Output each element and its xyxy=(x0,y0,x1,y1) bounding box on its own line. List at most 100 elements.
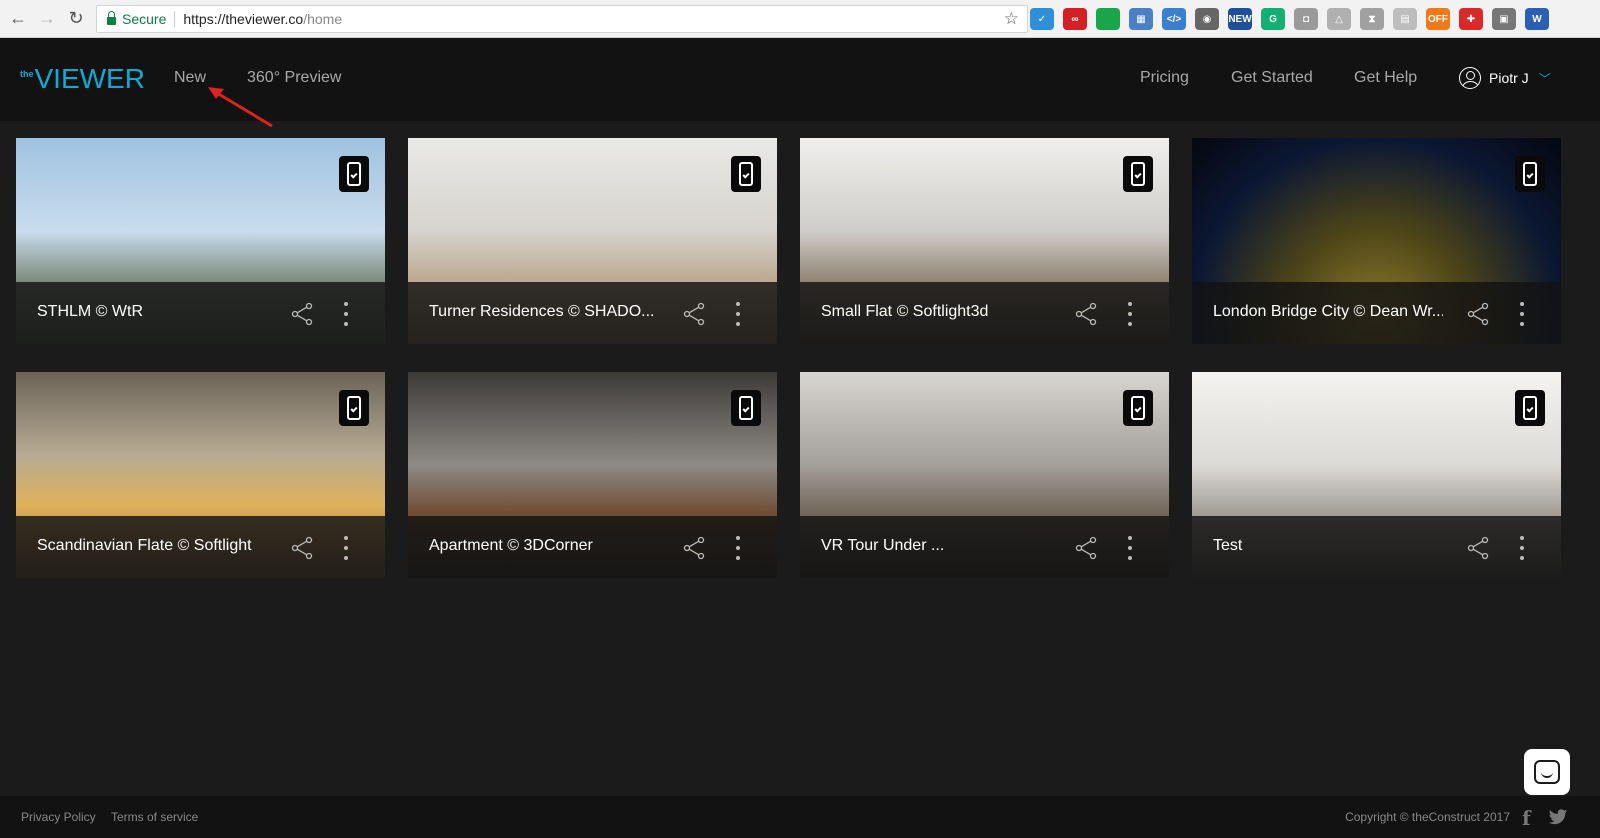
nav-new[interactable]: New xyxy=(174,69,206,87)
secure-label: Secure xyxy=(122,11,167,27)
nav-get-help[interactable]: Get Help xyxy=(1354,69,1417,87)
browser-toolbar: ← → ↻ Secure https://theviewer.co/home ☆… xyxy=(0,0,1600,38)
chevron-down-icon: ﹀ xyxy=(1538,71,1551,86)
card-caption: Apartment © 3DCorner xyxy=(408,516,777,578)
more-options-icon[interactable] xyxy=(1516,534,1528,562)
forward-arrow-icon[interactable]: → xyxy=(36,8,58,30)
card-caption: Small Flat © Softlight3d xyxy=(800,282,1169,344)
share-icon[interactable] xyxy=(1074,302,1098,326)
url-host: https://theviewer.co xyxy=(183,11,304,27)
more-options-icon[interactable] xyxy=(340,300,352,328)
share-icon[interactable] xyxy=(290,302,314,326)
tour-card[interactable]: Small Flat © Softlight3d xyxy=(800,138,1169,344)
tour-card[interactable]: Apartment © 3DCorner xyxy=(408,372,777,578)
tour-card[interactable]: Test xyxy=(1192,372,1561,578)
share-icon[interactable] xyxy=(290,536,314,560)
card-caption: Turner Residences © SHADO... xyxy=(408,282,777,344)
mobile-ready-badge xyxy=(339,390,369,426)
green-dot-ext-icon[interactable] xyxy=(1096,8,1120,30)
lock-icon xyxy=(107,11,116,25)
tour-card[interactable]: VR Tour Under ... xyxy=(800,372,1169,578)
theviewer-logo[interactable]: the VIEWER xyxy=(20,63,145,95)
mobile-ready-badge xyxy=(731,390,761,426)
grammarly-ext-icon[interactable]: G xyxy=(1261,8,1285,30)
new-ext-icon[interactable]: NEW xyxy=(1228,8,1252,30)
puzzle-ext-icon[interactable]: ✚ xyxy=(1459,8,1483,30)
grid-ext-icon[interactable]: ▦ xyxy=(1129,8,1153,30)
mobile-ready-badge xyxy=(339,156,369,192)
annotation-arrow xyxy=(208,87,273,128)
footer: Privacy Policy Terms of service Copyrigh… xyxy=(0,796,1600,838)
mobile-check-icon xyxy=(1523,162,1537,186)
user-menu[interactable]: Piotr J ﹀ xyxy=(1459,67,1551,89)
more-options-icon[interactable] xyxy=(1516,300,1528,328)
address-bar[interactable]: Secure https://theviewer.co/home ☆ xyxy=(96,5,1028,33)
card-caption: STHLM © WtR xyxy=(16,282,385,344)
bookmark-star-icon[interactable]: ☆ xyxy=(1004,9,1019,29)
logo-prefix: the xyxy=(20,69,34,79)
more-options-icon[interactable] xyxy=(732,300,744,328)
user-name: Piotr J xyxy=(1489,70,1529,86)
logo-wordmark: VIEWER xyxy=(34,63,145,94)
word-ext-icon[interactable]: W xyxy=(1525,8,1549,30)
chat-bubble-icon xyxy=(1534,760,1560,784)
url-path: /home xyxy=(303,11,343,27)
tour-card[interactable]: London Bridge City © Dean Wr... xyxy=(1192,138,1561,344)
window-ext-icon[interactable]: ▣ xyxy=(1492,8,1516,30)
share-icon[interactable] xyxy=(682,302,706,326)
share-icon[interactable] xyxy=(1466,302,1490,326)
card-caption: London Bridge City © Dean Wr... xyxy=(1192,282,1561,344)
user-avatar-icon xyxy=(1459,67,1481,89)
camera-ext-icon[interactable]: ◘ xyxy=(1294,8,1318,30)
nav-get-started[interactable]: Get Started xyxy=(1231,69,1313,87)
copyright-text: Copyright © theConstruct 2017 xyxy=(1345,810,1510,824)
back-arrow-icon[interactable]: ← xyxy=(7,8,29,30)
terms-of-service-link[interactable]: Terms of service xyxy=(111,810,198,824)
more-options-icon[interactable] xyxy=(1124,300,1136,328)
mobile-ready-badge xyxy=(731,156,761,192)
share-icon[interactable] xyxy=(682,536,706,560)
mobile-check-icon xyxy=(739,162,753,186)
shield-ext-icon[interactable]: ✓ xyxy=(1030,8,1054,30)
card-title: Turner Residences © SHADO... xyxy=(429,303,655,320)
card-caption: VR Tour Under ... xyxy=(800,516,1169,578)
mobile-check-icon xyxy=(1131,396,1145,420)
mobile-ready-badge xyxy=(1123,390,1153,426)
extension-icons: ✓ ∞ ▦ </> ◉ NEW G ◘ △ ⧗ ▤ OFF ✚ ▣ W xyxy=(1030,8,1549,30)
page-ext-icon[interactable]: ▤ xyxy=(1393,8,1417,30)
more-options-icon[interactable] xyxy=(732,534,744,562)
privacy-policy-link[interactable]: Privacy Policy xyxy=(21,810,96,824)
share-icon[interactable] xyxy=(1074,536,1098,560)
twitter-icon[interactable] xyxy=(1548,807,1568,827)
tour-grid: STHLM © WtR Turner Residences © SHADO... S… xyxy=(16,138,1584,584)
more-options-icon[interactable] xyxy=(340,534,352,562)
dev-ext-icon[interactable]: </> xyxy=(1162,8,1186,30)
bulb-ext-icon[interactable]: ◉ xyxy=(1195,8,1219,30)
card-title: Scandinavian Flate © Softlight xyxy=(37,537,252,554)
drive-ext-icon[interactable]: △ xyxy=(1327,8,1351,30)
facebook-icon[interactable]: f xyxy=(1522,806,1531,830)
card-title: Apartment © 3DCorner xyxy=(429,537,593,554)
card-title: STHLM © WtR xyxy=(37,303,144,320)
mobile-ready-badge xyxy=(1515,390,1545,426)
hourglass-ext-icon[interactable]: ⧗ xyxy=(1360,8,1384,30)
card-title: VR Tour Under ... xyxy=(821,537,945,554)
tour-card[interactable]: Scandinavian Flate © Softlight xyxy=(16,372,385,578)
mobile-ready-badge xyxy=(1123,156,1153,192)
nav-pricing[interactable]: Pricing xyxy=(1140,69,1189,87)
mobile-check-icon xyxy=(1131,162,1145,186)
card-title: Small Flat © Softlight3d xyxy=(821,303,989,320)
share-icon[interactable] xyxy=(1466,536,1490,560)
mobile-ready-badge xyxy=(1515,156,1545,192)
mobile-check-icon xyxy=(347,162,361,186)
chat-launcher-button[interactable] xyxy=(1524,749,1570,795)
omnibox-divider xyxy=(174,11,176,27)
off-ext-icon[interactable]: OFF xyxy=(1426,8,1450,30)
tour-card[interactable]: STHLM © WtR xyxy=(16,138,385,344)
card-caption: Scandinavian Flate © Softlight xyxy=(16,516,385,578)
reload-icon[interactable]: ↻ xyxy=(65,8,87,30)
mobile-check-icon xyxy=(1523,396,1537,420)
tour-card[interactable]: Turner Residences © SHADO... xyxy=(408,138,777,344)
more-options-icon[interactable] xyxy=(1124,534,1136,562)
lastpass-ext-icon[interactable]: ∞ xyxy=(1063,8,1087,30)
